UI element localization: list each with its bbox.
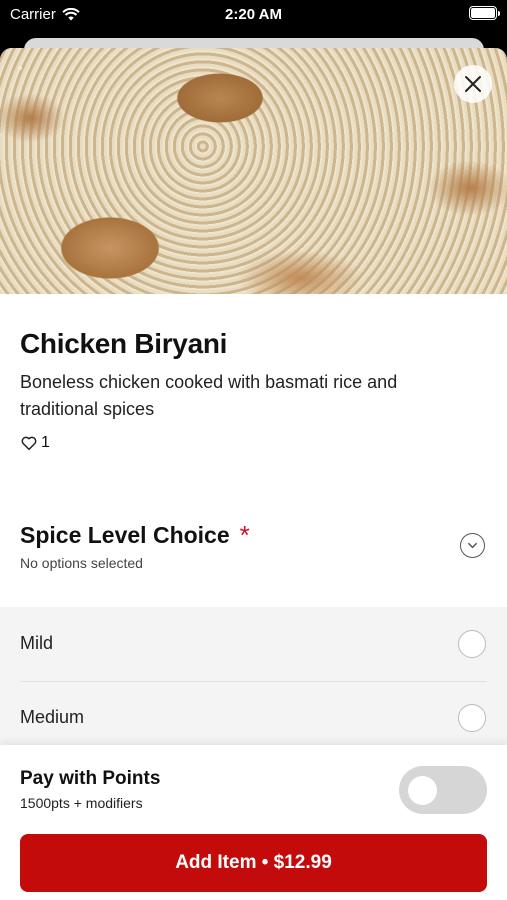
battery-icon	[469, 6, 500, 20]
status-bar: Carrier 2:20 AM	[0, 0, 507, 30]
choice-group-status: No options selected	[20, 555, 143, 571]
bottom-action-bar: Pay with Points 1500pts + modifiers Add …	[0, 745, 507, 900]
item-description: Boneless chicken cooked with basmati ric…	[20, 372, 398, 419]
chevron-down-icon	[468, 542, 477, 549]
choice-group-header[interactable]: Spice Level Choice *	[20, 520, 250, 551]
like-button[interactable]: 1	[20, 434, 50, 452]
collapse-toggle[interactable]	[460, 533, 485, 558]
points-cost: 1500pts + modifiers	[20, 795, 143, 811]
clock: 2:20 AM	[225, 6, 282, 23]
option-radio[interactable]	[458, 704, 486, 732]
item-photo	[0, 48, 507, 294]
close-icon	[465, 76, 481, 92]
option-label: Mild	[20, 633, 54, 653]
pay-with-points-label: Pay with Points	[20, 768, 161, 789]
heart-icon	[21, 436, 37, 451]
option-label: Medium	[20, 707, 85, 727]
points-toggle[interactable]	[399, 766, 487, 814]
choice-group-title: Spice Level Choice	[20, 522, 230, 548]
add-item-button[interactable]: Add Item • $12.99	[20, 834, 487, 892]
option-radio[interactable]	[458, 630, 486, 658]
options-list: Mild Medium	[0, 607, 507, 747]
like-count: 1	[41, 434, 50, 451]
toggle-knob	[408, 776, 437, 805]
required-marker: *	[239, 520, 250, 550]
close-button[interactable]	[454, 65, 492, 103]
option-row-medium[interactable]: Medium	[0, 681, 507, 755]
item-detail-sheet: Chicken Biryani Boneless chicken cooked …	[0, 48, 507, 900]
option-row-mild[interactable]: Mild	[0, 607, 507, 682]
item-title: Chicken Biryani	[20, 328, 228, 359]
